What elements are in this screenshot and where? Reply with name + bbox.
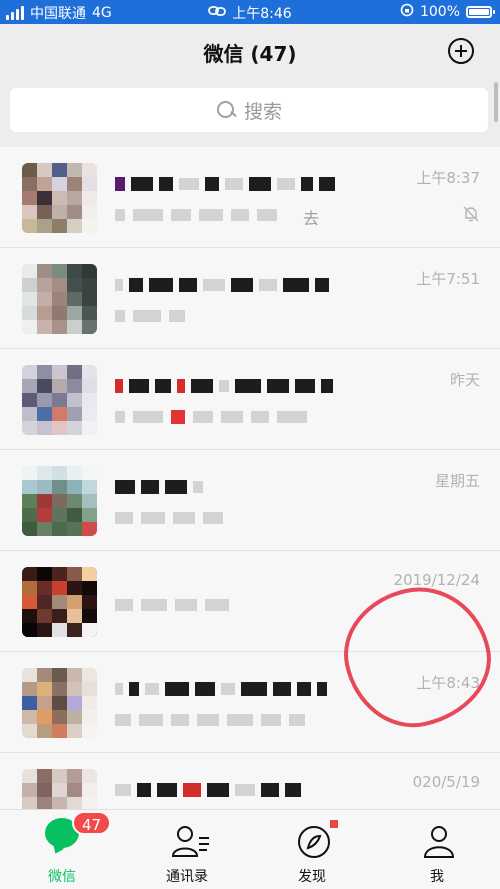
tab-discover[interactable]: 发现 [262, 816, 362, 889]
tab-contacts[interactable]: 通讯录 [137, 816, 237, 889]
contacts-icon [171, 824, 209, 858]
new-moments-dot [330, 820, 338, 828]
avatar [22, 567, 97, 637]
status-right: 100% [400, 3, 495, 21]
message-preview-redacted [115, 712, 305, 728]
battery-percent: 100% [419, 4, 460, 20]
contact-name-redacted [115, 173, 335, 195]
message-preview-redacted [115, 510, 223, 526]
avatar [22, 163, 97, 233]
message-preview-redacted [115, 308, 185, 324]
tab-label: 微信 [48, 869, 76, 885]
tab-label: 通讯录 [166, 869, 208, 885]
chat-item[interactable]: 上午7:51 [0, 248, 500, 349]
tab-label: 我 [430, 869, 444, 885]
avatar [22, 365, 97, 435]
avatar [22, 264, 97, 334]
avatar [22, 769, 97, 809]
unread-badge: 47 [72, 811, 112, 835]
chat-item[interactable]: 020/5/19 [0, 753, 500, 809]
compass-icon [296, 824, 330, 858]
add-icon[interactable] [448, 38, 474, 64]
tab-me[interactable]: 我 [387, 816, 487, 889]
contact-name-redacted [115, 274, 329, 296]
contact-name-redacted [115, 375, 333, 397]
message-preview-redacted [115, 409, 307, 425]
chat-item[interactable]: 去 上午8:37 [0, 147, 500, 248]
chat-time: 020/5/19 [412, 773, 480, 791]
tab-label: 发现 [298, 869, 326, 885]
search-bar[interactable]: 搜索 [10, 88, 488, 132]
contact-name-redacted [115, 678, 327, 700]
contact-name-redacted [115, 779, 301, 801]
orientation-lock-icon [400, 3, 414, 21]
chat-time: 上午7:51 [416, 270, 480, 288]
top-bar: 微信 (47) [0, 24, 500, 80]
contact-name-redacted [115, 476, 203, 498]
person-icon [421, 824, 455, 858]
chat-item[interactable]: 星期五 [0, 450, 500, 551]
avatar [22, 668, 97, 738]
search-icon [216, 100, 236, 120]
page-title: 微信 (47) [203, 42, 297, 66]
chat-item[interactable]: 昨天 [0, 349, 500, 450]
search-placeholder: 搜索 [243, 100, 282, 123]
chat-time: 星期五 [434, 472, 480, 490]
status-bar: 中国联通 4G 上午8:46 100% [0, 0, 500, 24]
mute-bell-icon [462, 205, 480, 223]
link-icon [208, 5, 227, 21]
message-preview-redacted [115, 597, 229, 613]
chat-time: 昨天 [449, 371, 480, 389]
message-preview-redacted [115, 207, 277, 223]
battery-icon [466, 6, 495, 18]
avatar [22, 466, 97, 536]
chat-time: 2019/12/24 [393, 571, 480, 589]
chat-time: 上午8:37 [416, 169, 480, 187]
status-time: 上午8:46 [232, 6, 292, 22]
scrollbar[interactable] [494, 82, 498, 122]
message-snippet: 去 [303, 209, 320, 228]
